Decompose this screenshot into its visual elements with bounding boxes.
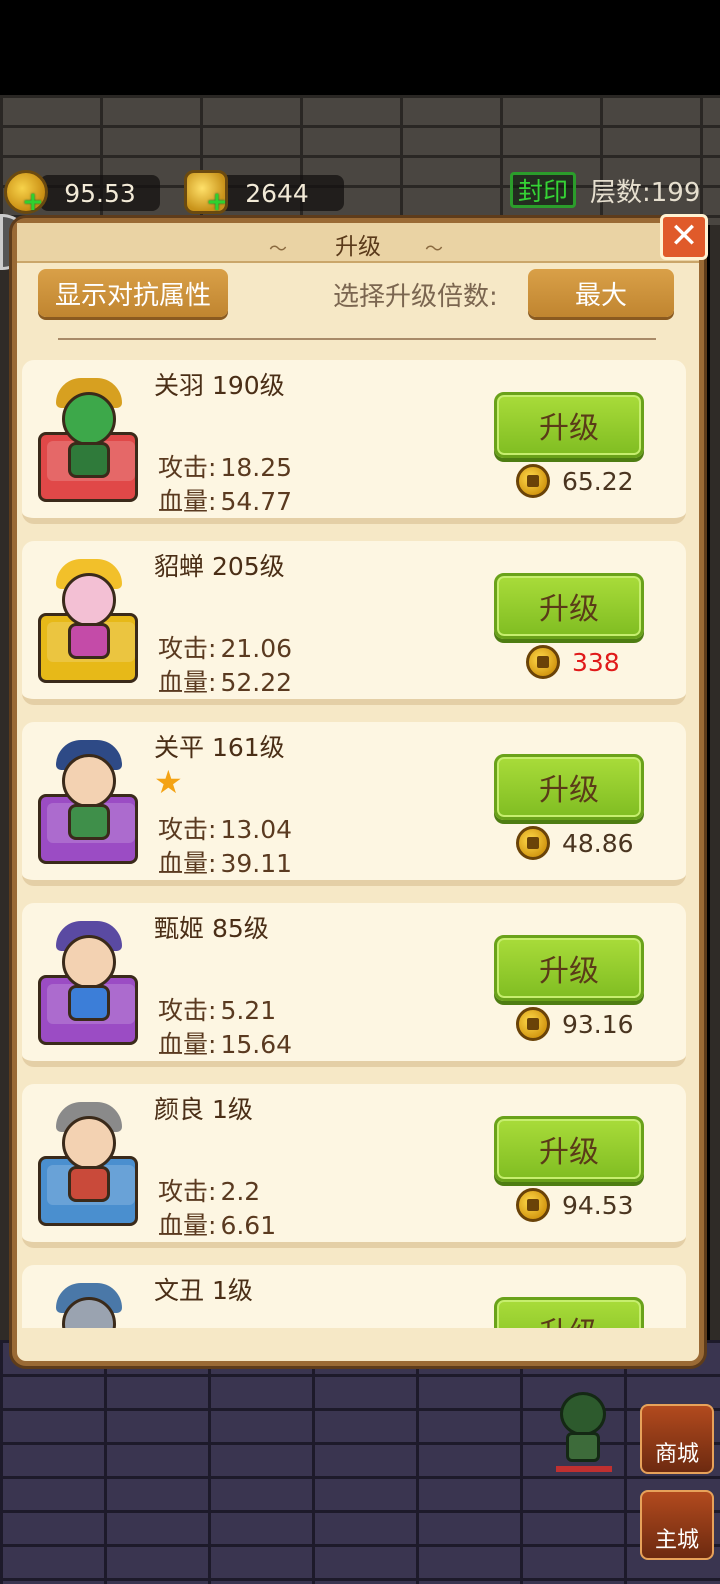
shop-button[interactable]: 商城: [640, 1404, 714, 1474]
main-city-button[interactable]: 主城: [640, 1490, 714, 1560]
upgrade-button[interactable]: 升级: [494, 754, 644, 820]
hero-attack: 攻击: 13.04: [158, 815, 293, 844]
hero-body-icon: [68, 623, 110, 659]
wall-right-edge: [710, 225, 720, 1340]
close-button[interactable]: ✕: [660, 214, 708, 260]
coin-icon: [516, 826, 550, 860]
hero-portrait: [38, 559, 140, 683]
upgrade-cost: 94.53: [516, 1188, 634, 1222]
hero-portrait: [38, 1102, 140, 1226]
hero-face-icon: [62, 935, 116, 989]
hero-card: 貂蝉 205级 攻击: 21.06 血量: 52.22 升级 338: [22, 541, 686, 705]
hero-portrait: [38, 740, 140, 864]
coin-icon: [516, 464, 550, 498]
hero-portrait: [38, 378, 140, 502]
upgrade-button[interactable]: 升级: [494, 573, 644, 639]
title-swirl-right-icon: 〜: [425, 239, 443, 260]
upgrade-cost: 338: [526, 645, 620, 679]
hero-body-icon: [68, 1166, 110, 1202]
hero-card: 关平 161级 ★ 攻击: 13.04 血量: 39.11 升级 48.86: [22, 722, 686, 886]
add-ingots-icon[interactable]: +: [206, 189, 228, 215]
hero-name: 甄姬 85级: [154, 914, 269, 943]
hero-name: 关平 161级: [154, 733, 285, 762]
coin-icon: [516, 1007, 550, 1041]
multiplier-select-button[interactable]: 最大: [528, 269, 674, 317]
hero-hp: 血量: 52.22: [158, 668, 293, 697]
hero-portrait: [38, 921, 140, 1045]
hero-card: 甄姬 85级 攻击: 5.21 血量: 15.64 升级 93.16: [22, 903, 686, 1067]
hero-face-icon: [62, 392, 116, 446]
monster-sprite-icon: [552, 1392, 614, 1472]
upgrade-cost: 65.22: [516, 464, 634, 498]
floor-counter: 层数:199: [590, 178, 701, 208]
hero-card: 颜良 1级 攻击: 2.2 血量: 6.61 升级 94.53: [22, 1084, 686, 1248]
hero-face-icon: [62, 754, 116, 808]
dialog-title: 升级: [335, 234, 381, 260]
shop-label: 商城: [654, 1442, 699, 1467]
hero-body-icon: [68, 442, 110, 478]
hero-hp: 血量: 39.11: [158, 849, 293, 878]
upgrade-button[interactable]: 升级: [494, 1297, 644, 1328]
hero-body-icon: [68, 985, 110, 1021]
hero-list[interactable]: 关羽 190级 攻击: 18.25 血量: 54.77 升级 65.22 貂蝉 20…: [22, 352, 692, 1328]
upgrade-button[interactable]: 升级: [494, 392, 644, 458]
upgrade-button[interactable]: 升级: [494, 935, 644, 1001]
hero-card: 关羽 190级 攻击: 18.25 血量: 54.77 升级 65.22: [22, 360, 686, 524]
add-coins-icon[interactable]: +: [22, 189, 44, 215]
dialog-header: 〜 升级 〜: [17, 223, 699, 263]
show-counter-attributes-button[interactable]: 显示对抗属性: [38, 269, 228, 317]
upgrade-cost: 48.86: [516, 826, 634, 860]
hero-name: 关羽 190级: [154, 371, 285, 400]
coin-icon: [516, 1188, 550, 1222]
upgrade-cost: 93.16: [516, 1007, 634, 1041]
coin-icon: [526, 645, 560, 679]
hero-attack: 攻击: 21.06: [158, 634, 293, 663]
hero-face-icon: [62, 1116, 116, 1170]
hero-attack: 攻击: 2.2: [158, 1177, 261, 1206]
hero-name: 颜良 1级: [154, 1095, 253, 1124]
coin-balance: 95.53: [40, 175, 160, 211]
ingot-balance: 2644: [210, 175, 344, 211]
hero-body-icon: [68, 804, 110, 840]
hero-name: 貂蝉 205级: [154, 552, 285, 581]
main-city-label: 主城: [654, 1528, 699, 1553]
divider: [58, 338, 656, 340]
coin-balance-value: 95.53: [64, 178, 136, 208]
hero-attack: 攻击: 18.25: [158, 453, 293, 482]
multiplier-label: 选择升级倍数:: [333, 282, 498, 312]
hero-hp: 血量: 15.64: [158, 1030, 293, 1059]
hero-card: 文丑 1级 升级: [22, 1265, 686, 1328]
system-status-bar: [0, 0, 720, 95]
hero-hp: 血量: 54.77: [158, 487, 293, 516]
hero-face-icon: [62, 573, 116, 627]
ingot-balance-value: 2644: [245, 178, 309, 208]
hero-name: 文丑 1级: [154, 1276, 253, 1305]
hero-portrait: [38, 1283, 140, 1328]
star-icon: ★: [154, 763, 183, 801]
hero-attack: 攻击: 5.21: [158, 996, 277, 1025]
seal-button[interactable]: 封印: [510, 172, 576, 208]
upgrade-button[interactable]: 升级: [494, 1116, 644, 1182]
hero-hp: 血量: 6.61: [158, 1211, 277, 1240]
